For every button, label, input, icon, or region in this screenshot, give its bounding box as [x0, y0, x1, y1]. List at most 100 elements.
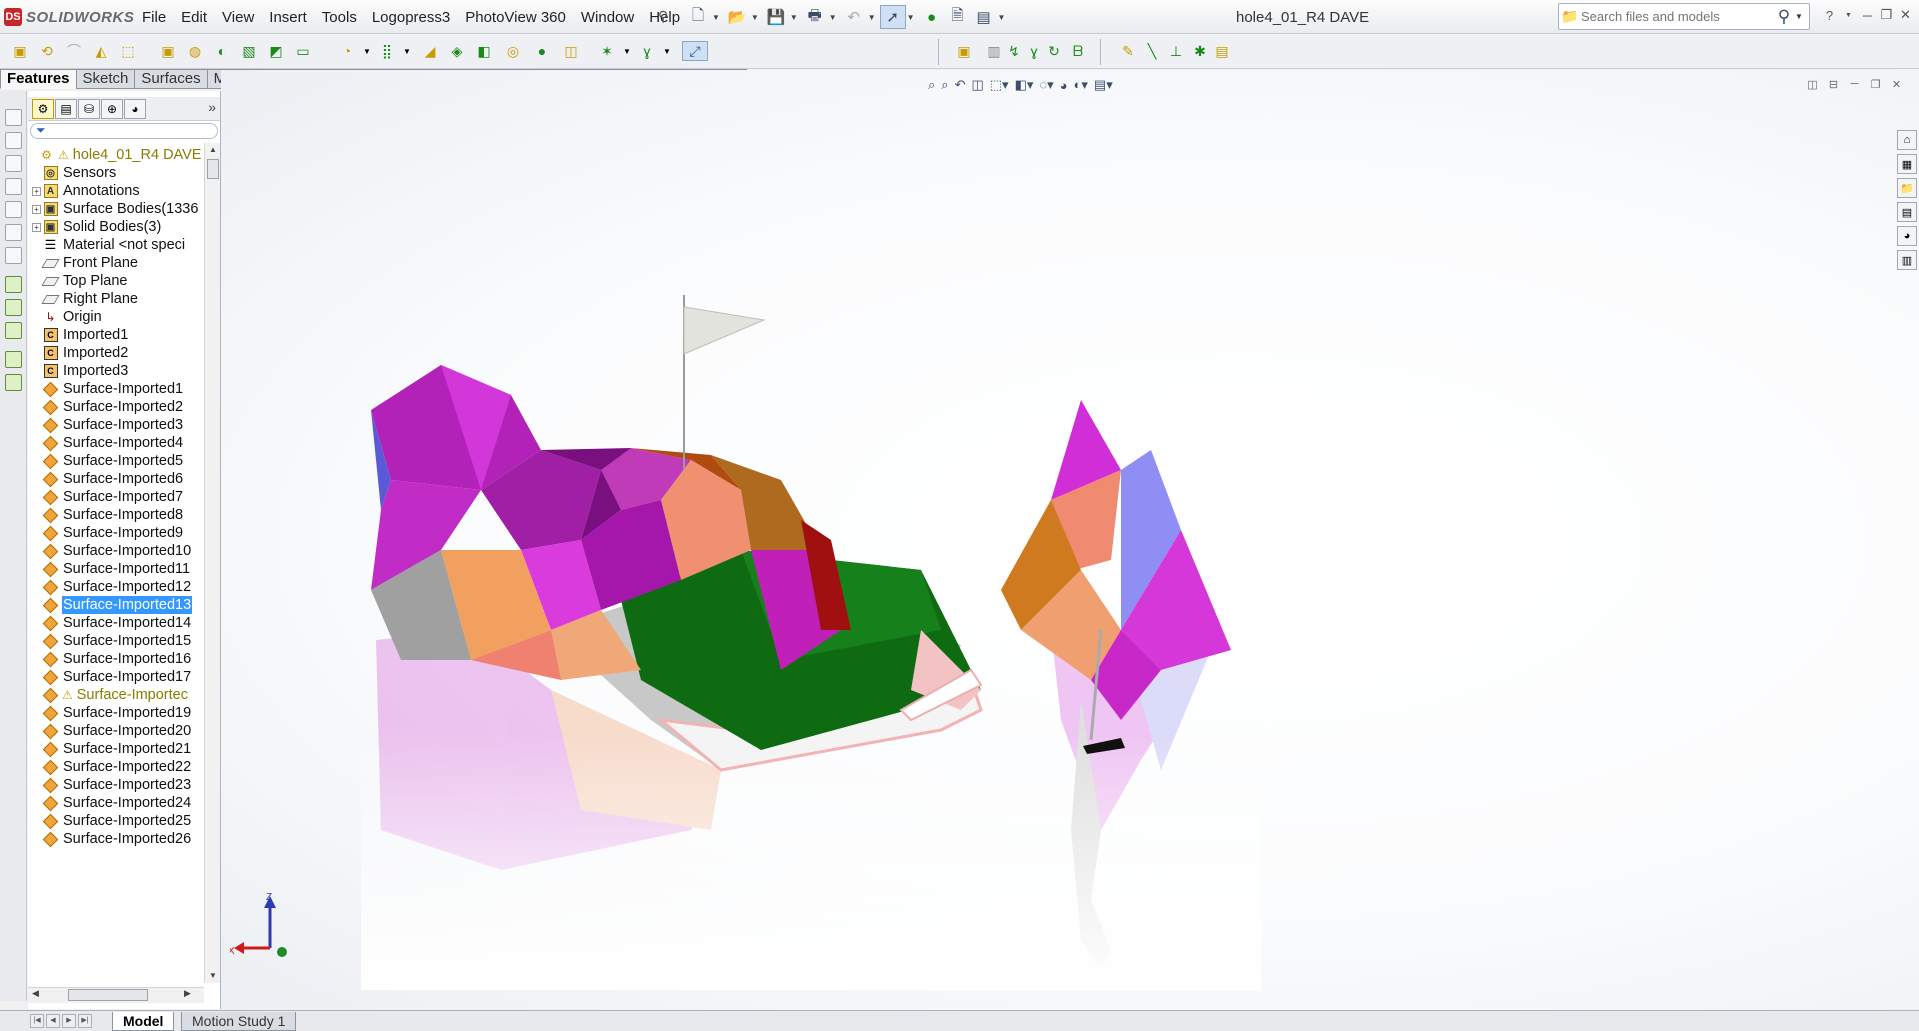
previous-tab-icon[interactable]: ◀	[46, 1014, 60, 1028]
view-orientation-icon[interactable]	[5, 155, 22, 172]
chevron-down-icon[interactable]: ▼	[712, 13, 720, 22]
scroll-thumb[interactable]	[68, 989, 148, 1001]
sketch-tool-icon[interactable]	[5, 322, 22, 339]
view-palette-icon[interactable]: ▤	[1897, 202, 1917, 222]
scroll-down-icon[interactable]: ▼	[206, 969, 220, 983]
intersect-icon[interactable]: ◎	[503, 41, 523, 61]
lofted-cut-icon[interactable]: ◩	[266, 41, 286, 61]
logopress-tool-icon[interactable]: ↻	[1044, 41, 1064, 61]
boundary-cut-icon[interactable]: ▭	[293, 41, 313, 61]
chevron-down-icon[interactable]: ▼	[790, 13, 798, 22]
tree-filter[interactable]: ⏷	[30, 123, 218, 139]
tree-horizontal-scrollbar[interactable]: ◀ ▶	[28, 987, 204, 1003]
view-orientation-icon[interactable]	[5, 132, 22, 149]
logopress-tool-icon[interactable]: ᗷ	[1068, 41, 1088, 61]
lofted-boss-icon[interactable]: ◭	[91, 41, 111, 61]
view-orientation-icon[interactable]: ⬚▾	[990, 77, 1009, 93]
logopress-tool-icon[interactable]: ▤	[1212, 41, 1232, 61]
chevron-right-icon[interactable]: »	[208, 99, 216, 115]
scroll-left-icon[interactable]: ◀	[32, 988, 39, 999]
search-icon[interactable]: ⚲	[1773, 7, 1795, 27]
chevron-down-icon[interactable]: ▼	[357, 41, 377, 61]
pin-menu-icon[interactable]: ⚲	[658, 8, 668, 25]
home-icon[interactable]: ⌂	[1897, 130, 1917, 150]
rib-icon[interactable]: ◢	[420, 41, 440, 61]
sketch-tool-icon[interactable]	[5, 276, 22, 293]
view-orientation-icon[interactable]	[5, 178, 22, 195]
first-tab-icon[interactable]: |◀	[30, 1014, 44, 1028]
scroll-thumb[interactable]	[207, 159, 219, 179]
logopress-tool-icon[interactable]: ▥	[984, 41, 1004, 61]
expand-icon[interactable]: +	[32, 204, 41, 214]
minimize-icon[interactable]: ─	[1858, 8, 1877, 23]
appearances-icon[interactable]: ◕	[1897, 226, 1917, 246]
last-tab-icon[interactable]: ▶|	[78, 1014, 92, 1028]
apply-scene-icon[interactable]: ◐▾	[1074, 77, 1088, 93]
save-icon[interactable]: 💾	[763, 5, 789, 29]
boundary-boss-icon[interactable]: ⬚	[118, 41, 138, 61]
swept-cut-icon[interactable]: ▧	[239, 41, 259, 61]
hide-show-items-icon[interactable]: ◌▾	[1039, 77, 1053, 93]
folder-icon[interactable]: 📁	[1559, 8, 1581, 25]
sketch-tool-icon[interactable]	[5, 299, 22, 316]
scroll-right-icon[interactable]: ▶	[184, 988, 191, 999]
chevron-down-icon[interactable]: ▼	[751, 13, 759, 22]
section-view-icon[interactable]: ◫	[971, 77, 983, 93]
tile-icon[interactable]: ⊟	[1823, 78, 1844, 91]
property-manager-tab-icon[interactable]: ▤	[55, 99, 77, 119]
chevron-down-icon[interactable]: ▼	[1839, 12, 1858, 19]
display-style-icon[interactable]: ◧▾	[1015, 77, 1034, 93]
swept-boss-icon[interactable]: ⌒	[64, 41, 84, 61]
configuration-manager-tab-icon[interactable]: ⛁	[78, 99, 100, 119]
search-input[interactable]	[1581, 9, 1773, 24]
view-settings-icon[interactable]: ▤▾	[1094, 77, 1113, 93]
tab-surfaces[interactable]: Surfaces	[134, 69, 208, 89]
revolved-boss-icon[interactable]: ⟲	[37, 41, 57, 61]
chevron-down-icon[interactable]: ▼	[657, 41, 677, 61]
hole-wizard-icon[interactable]: ◍	[185, 41, 205, 61]
open-folder-icon[interactable]: 📂	[724, 5, 750, 29]
extruded-boss-icon[interactable]: ▣	[10, 41, 30, 61]
close-icon[interactable]: ✕	[1896, 7, 1915, 23]
reference-geometry-icon[interactable]: ✶	[597, 41, 617, 61]
design-library-icon[interactable]: ▦	[1897, 154, 1917, 174]
zoom-to-area-icon[interactable]: ⌕	[941, 77, 948, 93]
help-icon[interactable]: ?	[1820, 8, 1839, 23]
scroll-up-icon[interactable]: ▲	[206, 143, 220, 157]
chevron-down-icon[interactable]: ▼	[998, 13, 1006, 22]
close-icon[interactable]: ✕	[1886, 78, 1907, 91]
expand-icon[interactable]: +	[32, 186, 41, 196]
logopress-tool-icon[interactable]: ɣ	[1024, 41, 1044, 61]
display-manager-tab-icon[interactable]: ◕	[124, 99, 146, 119]
menu-item-logopress3[interactable]: Logopress3	[372, 9, 450, 26]
restore-icon[interactable]: ❐	[1877, 7, 1896, 23]
mirror-icon[interactable]: ◫	[561, 41, 581, 61]
next-tab-icon[interactable]: ▶	[62, 1014, 76, 1028]
instant3d-icon[interactable]: ⤢	[682, 41, 708, 61]
zoom-to-fit-icon[interactable]: ⌕	[928, 77, 935, 93]
view-orientation-icon[interactable]	[5, 201, 22, 218]
chevron-down-icon[interactable]: ▼	[1795, 12, 1809, 21]
custom-properties-icon[interactable]: ▥	[1897, 250, 1917, 270]
tab-model[interactable]: Model	[112, 1012, 175, 1031]
restore-icon[interactable]: ❐	[1865, 78, 1886, 91]
view-orientation-icon[interactable]	[5, 224, 22, 241]
select-pointer-icon[interactable]: ➚	[879, 5, 906, 29]
wrap-icon[interactable]: ◈	[447, 41, 467, 61]
edit-appearance-icon[interactable]: ◕	[1060, 78, 1068, 93]
logopress-tool-icon[interactable]: ▣	[954, 41, 974, 61]
fillet-icon[interactable]: ◔	[337, 41, 357, 61]
menu-item-tools[interactable]: Tools	[322, 9, 357, 26]
minimize-icon[interactable]: ─	[1844, 78, 1865, 91]
chevron-down-icon[interactable]: ▼	[617, 41, 637, 61]
shell-icon[interactable]: ●	[532, 41, 552, 61]
menu-item-file[interactable]: File	[142, 9, 166, 26]
print-icon[interactable]: 🖶	[802, 5, 828, 29]
new-document-icon[interactable]: 🗋	[685, 5, 711, 29]
tree-vertical-scrollbar[interactable]: ▲ ▼	[204, 143, 220, 983]
chevron-down-icon[interactable]: ▼	[397, 41, 417, 61]
tab-features[interactable]: Features	[0, 69, 77, 89]
revolved-cut-icon[interactable]: ◐	[212, 41, 232, 61]
tab-motion-study[interactable]: Motion Study 1	[181, 1012, 297, 1031]
rebuild-traffic-light-icon[interactable]: ●	[919, 5, 945, 29]
